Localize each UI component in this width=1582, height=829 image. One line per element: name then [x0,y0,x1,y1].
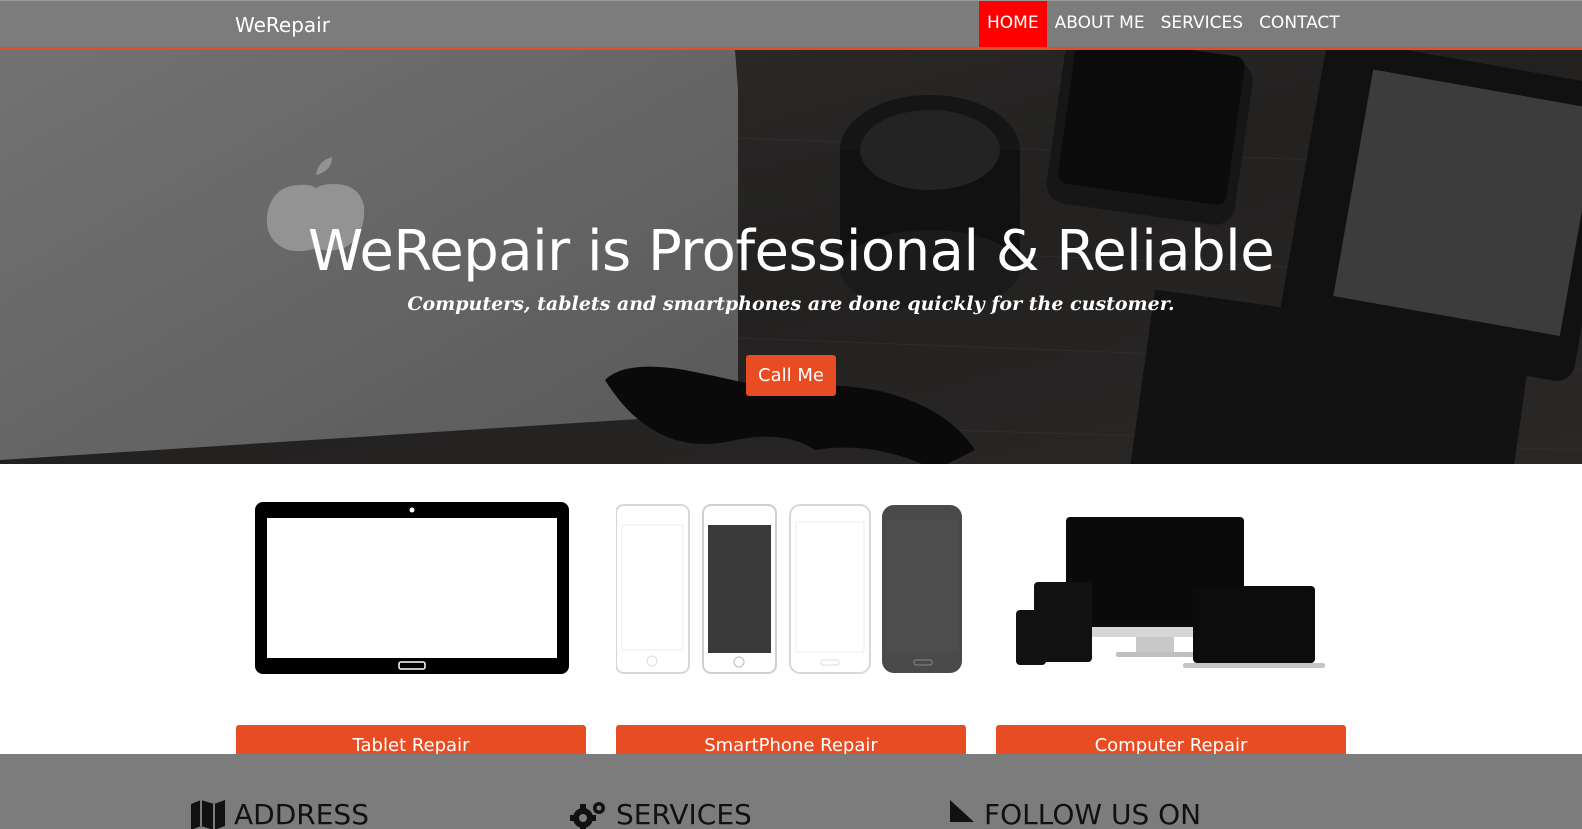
map-icon [191,799,225,829]
hero-subtitle: Computers, tablets and smartphones are d… [407,293,1175,315]
footer-services-label: SERVICES [616,798,752,829]
footer-address-heading: ADDRESS [190,798,369,829]
devices-image [1016,517,1325,668]
tablet-image [255,502,569,674]
hero-title: WeRepair is Professional & Reliable [307,219,1275,284]
pointer-icon [950,799,974,822]
nav-item-home[interactable]: HOME [979,1,1047,47]
hero-section: WeRepair is Professional & Reliable Comp… [0,50,1582,464]
gears-icon [570,801,605,829]
footer-services-heading: SERVICES [570,798,752,829]
smartphones-image [616,504,962,674]
call-me-button[interactable]: Call Me [746,355,836,396]
footer-follow-heading: FOLLOW US ON [948,798,1201,829]
nav-item-services[interactable]: SERVICES [1153,1,1251,47]
nav-item-contact[interactable]: CONTACT [1251,1,1348,47]
navbar: WeRepair HOME ABOUT ME SERVICES CONTACT [0,0,1582,50]
nav-menu: HOME ABOUT ME SERVICES CONTACT [979,1,1348,47]
footer: ADDRESS SERVICES FOLLOW US ON [0,754,1582,829]
footer-follow-label: FOLLOW US ON [984,798,1202,829]
nav-item-about-me[interactable]: ABOUT ME [1047,1,1153,47]
footer-address-label: ADDRESS [234,798,369,829]
services-section: Tablet Repair SmartPhone Repair Computer… [0,464,1582,765]
brand-link[interactable]: WeRepair [235,13,330,37]
